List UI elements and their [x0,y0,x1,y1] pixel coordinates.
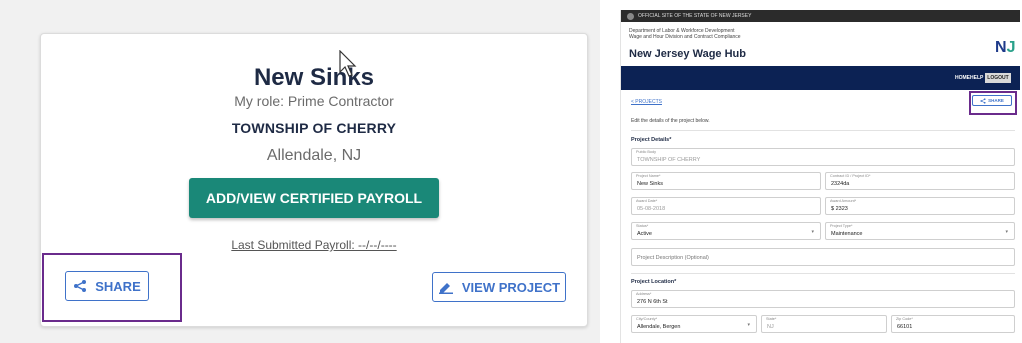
field-value: 05-08-2018 [637,206,666,212]
project-details-heading: Project Details* [631,137,672,143]
nav-home[interactable]: HOME [955,75,970,81]
project-title: New Sinks [253,64,375,91]
project-name-field[interactable]: Project Name* New Sinks [631,172,821,190]
field-value: $ 2323 [831,206,848,212]
address-field[interactable]: Address* 276 N 6th St [631,290,1015,308]
field-value: New Sinks [637,181,663,187]
site-header: Department of Labor & Workforce Developm… [621,22,1020,66]
view-project-label: VIEW PROJECT [461,279,561,295]
divider [631,273,1015,274]
field-value: 66101 [897,324,913,330]
field-label: Award Date* [636,199,658,203]
state-field[interactable]: State* NJ [761,315,887,333]
field-label: Project Name* [636,174,661,178]
project-organization: TOWNSHIP OF CHERRY [231,120,397,136]
field-value: NJ [767,324,774,330]
field-label: Public Body [636,150,657,154]
field-label: Contract ID / Project ID* [830,174,871,178]
field-value: 276 N 6th St [637,299,668,305]
contract-id-field[interactable]: Contract ID / Project ID* 2324da [825,172,1015,190]
field-label: Status* [636,224,649,228]
field-label: Award Amount* [830,199,857,203]
field-value: Active [637,231,652,237]
site-title: New Jersey Wage Hub [629,48,746,60]
field-value: Maintenance [831,231,863,237]
mouse-cursor-icon [339,50,357,77]
chevron-down-icon: ▾ [811,229,814,235]
logout-button[interactable]: LOGOUT [985,73,1011,83]
share-highlight-box [42,253,182,322]
dept-line-2: Wage and Hour Division and Contract Comp… [629,34,741,40]
field-value: Allendale, Bergen [637,324,681,330]
pencil-icon [438,283,453,294]
wage-hub-page: OFFICIAL SITE OF THE STATE OF NEW JERSEY… [620,10,1020,343]
project-card-panel: New Sinks My role: Prime Contractor TOWN… [0,0,600,343]
chevron-down-icon: ▾ [1005,229,1008,235]
project-location-heading: Project Location* [631,279,677,285]
share-highlight-box-small [969,91,1017,115]
state-seal-icon [627,12,634,20]
nj-logo: NJ [995,39,1016,56]
public-body-field[interactable]: Public Body TOWNSHIP OF CHERRY [631,148,1015,166]
field-label: City/County* [636,317,658,321]
department-text: Department of Labor & Workforce Developm… [629,28,829,40]
project-description-field[interactable]: Project Description (Optional) [631,248,1015,266]
projects-back-link[interactable]: < PROJECTS [631,99,662,105]
divider [631,130,1015,131]
project-location: Allendale, NJ [266,147,362,164]
project-role: My role: Prime Contractor [234,93,394,109]
edit-instructions: Edit the details of the project below. [631,118,710,124]
nav-help[interactable]: HELP [970,75,983,81]
chevron-down-icon: ▾ [747,322,750,328]
official-site-banner: OFFICIAL SITE OF THE STATE OF NEW JERSEY [621,10,1020,22]
field-placeholder: Project Description (Optional) [637,255,709,261]
field-value: TOWNSHIP OF CHERRY [637,157,701,163]
last-submitted-payroll-link[interactable]: Last Submitted Payroll: --/--/---- [41,238,587,252]
official-site-text: OFFICIAL SITE OF THE STATE OF NEW JERSEY [638,13,752,19]
add-view-certified-payroll-button[interactable]: ADD/VIEW CERTIFIED PAYROLL [189,178,439,218]
project-type-select[interactable]: Project Type* Maintenance ▾ [825,222,1015,240]
status-select[interactable]: Status* Active ▾ [631,222,821,240]
award-amount-field[interactable]: Award Amount* $ 2323 [825,197,1015,215]
field-label: State* [766,317,777,321]
city-county-select[interactable]: City/County* Allendale, Bergen ▾ [631,315,757,333]
field-value: 2324da [831,181,850,187]
main-nav: HOME HELP LOGOUT [621,66,1020,90]
zip-code-field[interactable]: Zip Code* 66101 [891,315,1015,333]
field-label: Address* [636,292,652,296]
award-date-field[interactable]: Award Date* 05-08-2018 [631,197,821,215]
field-label: Zip Code* [896,317,913,321]
field-label: Project Type* [830,224,853,228]
view-project-button[interactable]: VIEW PROJECT [432,272,566,302]
